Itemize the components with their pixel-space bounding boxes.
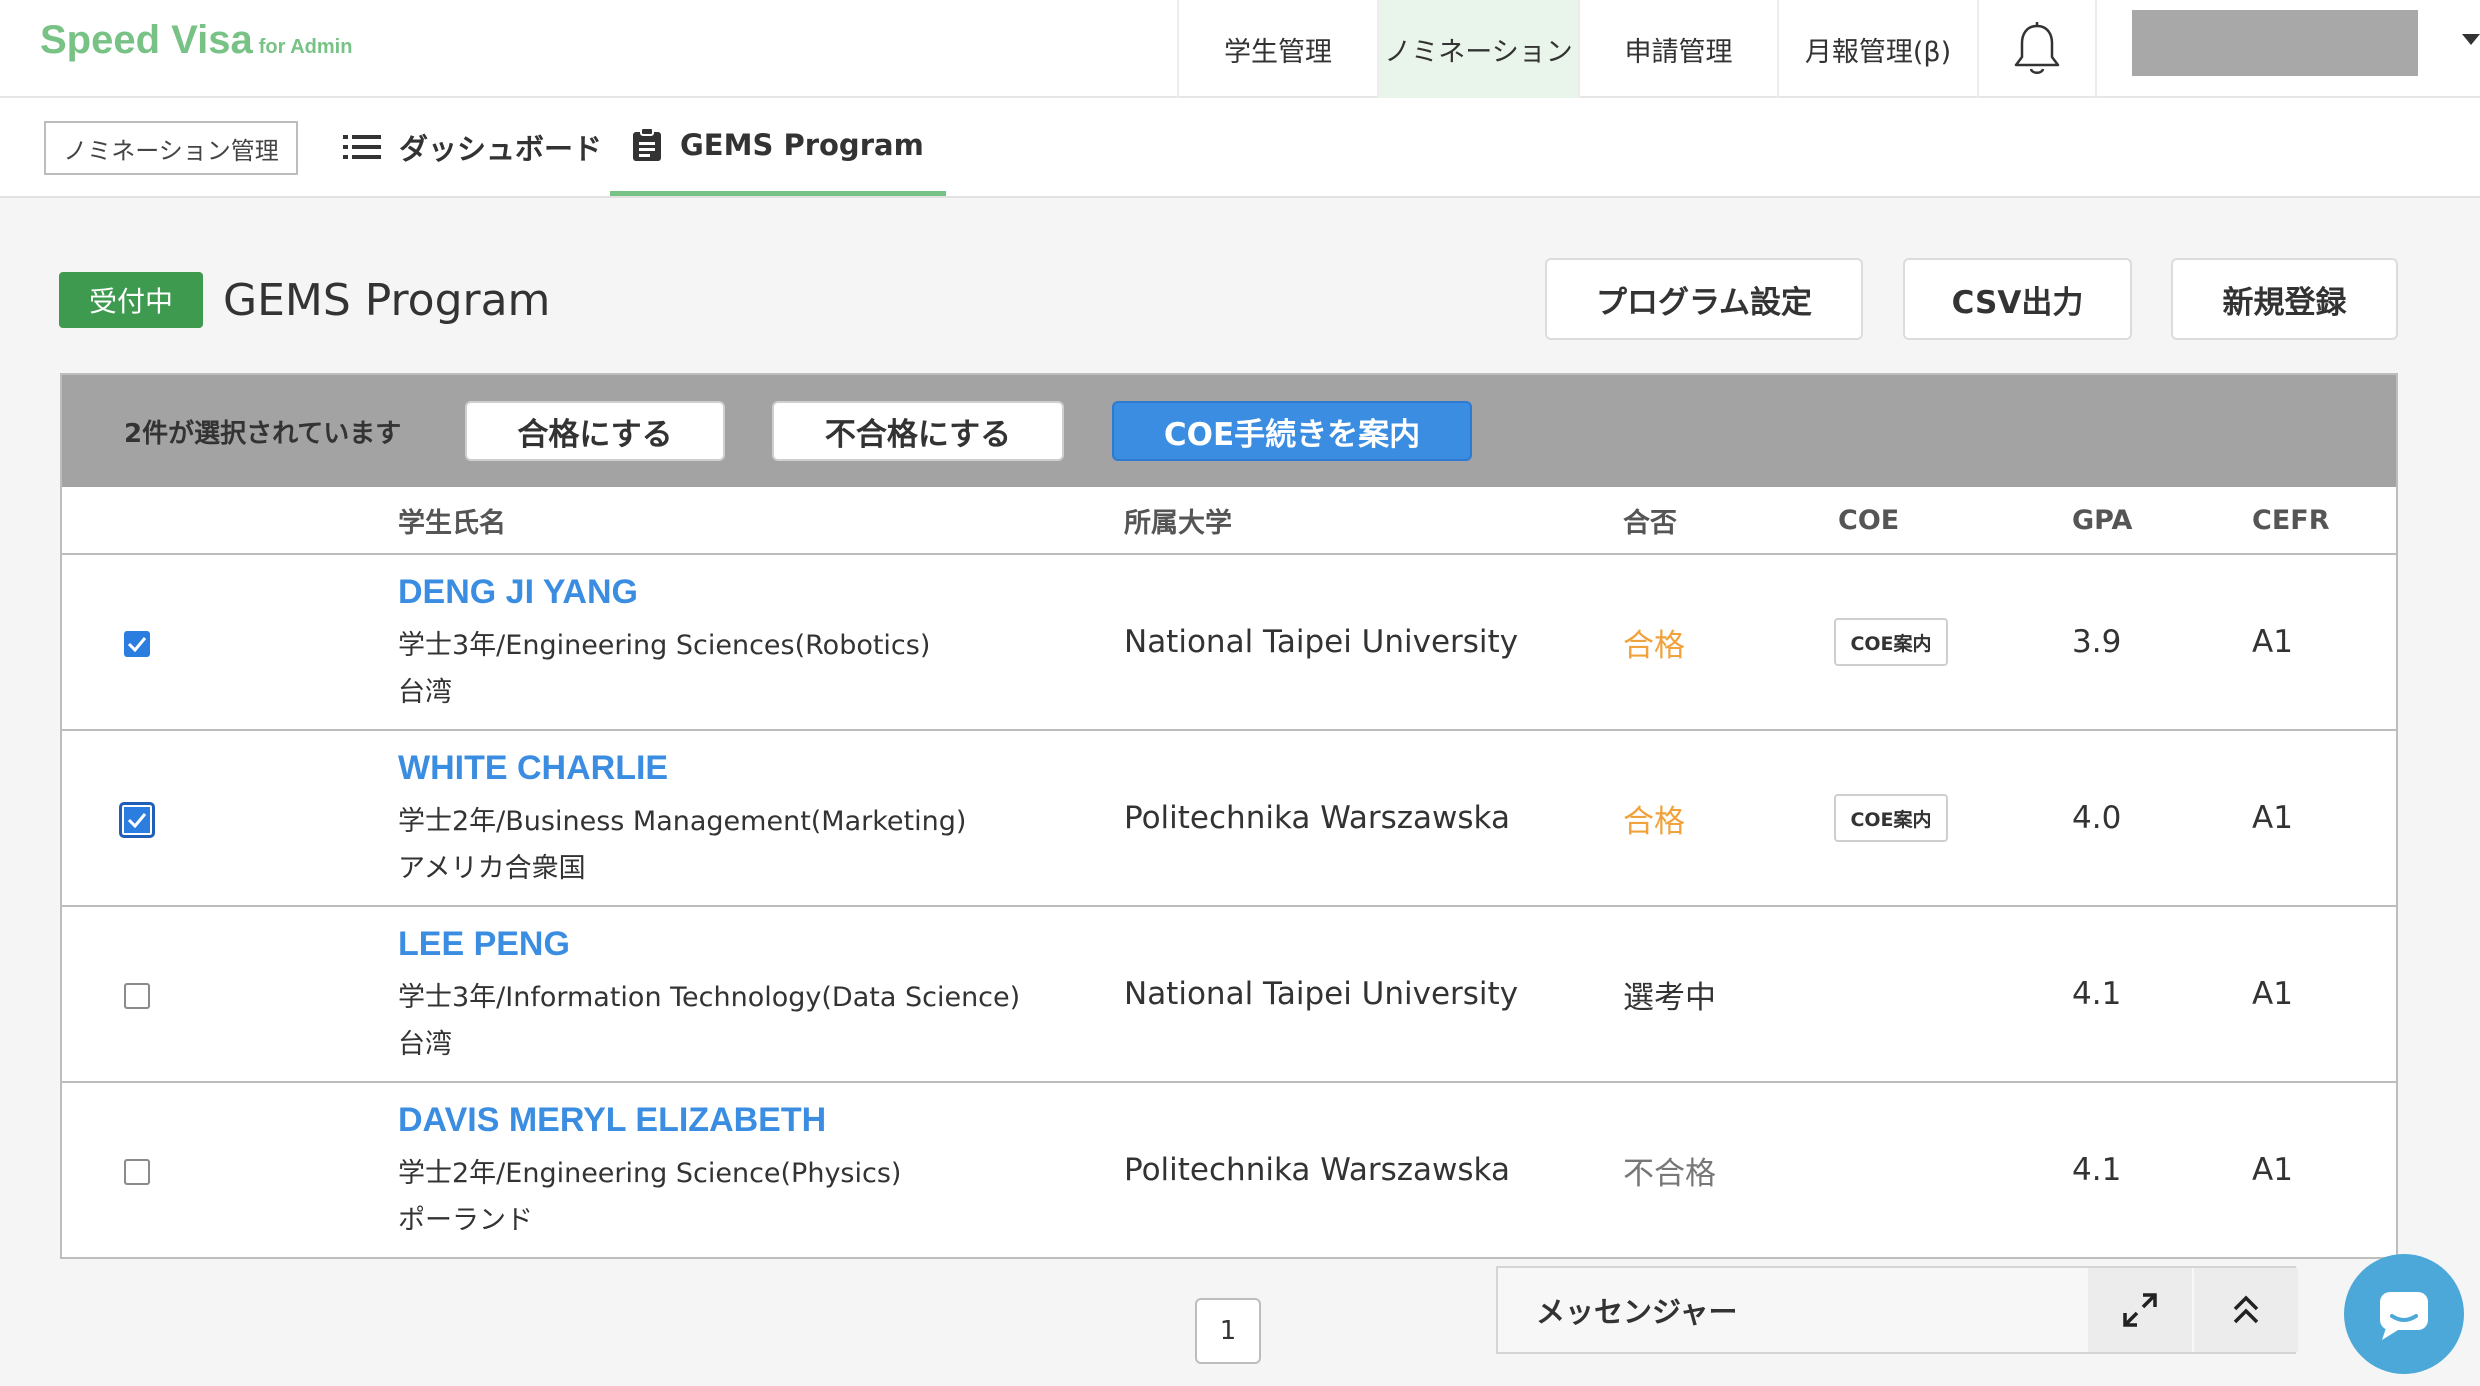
student-course: 学士2年/Business Management(Marketing) (398, 806, 967, 837)
student-name-link[interactable]: LEE PENG (398, 925, 570, 964)
nav-item-students[interactable]: 学生管理 (1177, 0, 1377, 98)
row-checkbox[interactable] (119, 802, 155, 838)
result-cell: 不合格 (1623, 1155, 1716, 1192)
row-checkbox[interactable] (124, 631, 150, 657)
clipboard-icon (632, 127, 662, 162)
pagination-page-button[interactable]: 1 (1195, 1298, 1261, 1364)
tab-dashboard[interactable]: ダッシュボード (343, 98, 602, 196)
coe-guide-row-button[interactable]: COE案内 (1834, 618, 1948, 666)
expand-icon[interactable] (2088, 1268, 2192, 1352)
column-header-gpa: GPA (2072, 504, 2133, 536)
university-cell: Politechnika Warszawska (1124, 1152, 1510, 1188)
tab-gems-program-label: GEMS Program (680, 127, 924, 162)
new-register-button[interactable]: 新規登録 (2171, 258, 2398, 340)
top-navigation: Speed Visa for Admin 学生管理 ノミネーション 申請管理 月報… (0, 0, 2480, 98)
page-title: GEMS Program (223, 274, 551, 326)
student-course: 学士2年/Engineering Science(Physics) (398, 1158, 902, 1189)
coe-guide-button[interactable]: COE手続きを案内 (1112, 401, 1472, 461)
table-header: 学生氏名 所属大学 合否 COE GPA CEFR (62, 487, 2396, 555)
nomination-management-link[interactable]: ノミネーション管理 (44, 121, 298, 175)
messenger-label: メッセンジャー (1536, 1295, 1738, 1329)
user-menu[interactable] (2132, 10, 2418, 76)
row-checkbox[interactable] (124, 983, 150, 1009)
gpa-cell: 4.0 (2072, 800, 2122, 836)
nav-item-nomination[interactable]: ノミネーション (1377, 0, 1578, 98)
column-header-coe: COE (1838, 504, 1900, 536)
nomination-table: 2件が選択されています 合格にする 不合格にする COE手続きを案内 学生氏名 … (60, 373, 2398, 1259)
student-name-link[interactable]: DAVIS MERYL ELIZABETH (398, 1101, 826, 1140)
tab-gems-program[interactable]: GEMS Program (610, 98, 946, 196)
sub-navigation: ノミネーション管理 ダッシュボード GEMS Program (0, 98, 2480, 198)
gpa-cell: 3.9 (2072, 624, 2122, 660)
table-row: DAVIS MERYL ELIZABETH 学士2年/Engineering S… (62, 1083, 2396, 1259)
brand-name: Speed Visa (40, 18, 253, 62)
university-cell: National Taipei University (1124, 624, 1519, 660)
table-row: LEE PENG 学士3年/Information Technology(Dat… (62, 907, 2396, 1083)
gpa-cell: 4.1 (2072, 976, 2122, 1012)
student-country: ポーランド (398, 1205, 533, 1236)
mark-pass-button[interactable]: 合格にする (465, 401, 725, 461)
table-row: DENG JI YANG 学士3年/Engineering Sciences(R… (62, 555, 2396, 731)
student-course: 学士3年/Engineering Sciences(Robotics) (398, 630, 931, 661)
mark-fail-button[interactable]: 不合格にする (772, 401, 1064, 461)
result-cell: 合格 (1623, 627, 1685, 664)
selected-count: 2件が選択されています (124, 418, 402, 449)
chat-icon[interactable] (2344, 1254, 2464, 1374)
bell-icon[interactable] (1977, 0, 2097, 98)
student-country: アメリカ合衆国 (398, 853, 586, 884)
brand-logo[interactable]: Speed Visa for Admin (40, 18, 352, 63)
column-header-university: 所属大学 (1124, 507, 1232, 539)
column-header-result: 合否 (1623, 507, 1677, 539)
cefr-cell: A1 (2252, 800, 2293, 836)
status-badge: 受付中 (59, 272, 203, 328)
cefr-cell: A1 (2252, 976, 2293, 1012)
nav-item-monthly-report[interactable]: 月報管理(β) (1777, 0, 1977, 98)
gpa-cell: 4.1 (2072, 1152, 2122, 1188)
university-cell: Politechnika Warszawska (1124, 800, 1510, 836)
result-cell: 選考中 (1623, 979, 1716, 1016)
bulk-action-bar: 2件が選択されています 合格にする 不合格にする COE手続きを案内 (62, 375, 2396, 487)
csv-export-button[interactable]: CSV出力 (1903, 258, 2132, 340)
student-country: 台湾 (398, 1029, 452, 1060)
student-name-link[interactable]: WHITE CHARLIE (398, 749, 668, 788)
table-row: WHITE CHARLIE 学士2年/Business Management(M… (62, 731, 2396, 907)
tab-dashboard-label: ダッシュボード (399, 132, 603, 166)
coe-guide-row-button[interactable]: COE案内 (1834, 794, 1948, 842)
student-course: 学士3年/Information Technology(Data Science… (398, 982, 1021, 1013)
student-name-link[interactable]: DENG JI YANG (398, 573, 638, 612)
column-header-name: 学生氏名 (398, 507, 506, 539)
chevron-down-icon[interactable] (2462, 34, 2480, 45)
messenger-panel[interactable]: メッセンジャー (1496, 1266, 2298, 1354)
nav-item-applications[interactable]: 申請管理 (1578, 0, 1777, 98)
brand-suffix: for Admin (258, 36, 353, 58)
cefr-cell: A1 (2252, 1152, 2293, 1188)
row-checkbox[interactable] (124, 1159, 150, 1185)
column-header-cefr: CEFR (2252, 504, 2330, 536)
result-cell: 合格 (1623, 803, 1685, 840)
cefr-cell: A1 (2252, 624, 2293, 660)
university-cell: National Taipei University (1124, 976, 1519, 1012)
program-settings-button[interactable]: プログラム設定 (1545, 258, 1863, 340)
student-country: 台湾 (398, 677, 452, 708)
double-chevron-up-icon[interactable] (2194, 1268, 2298, 1352)
list-icon (343, 134, 381, 160)
